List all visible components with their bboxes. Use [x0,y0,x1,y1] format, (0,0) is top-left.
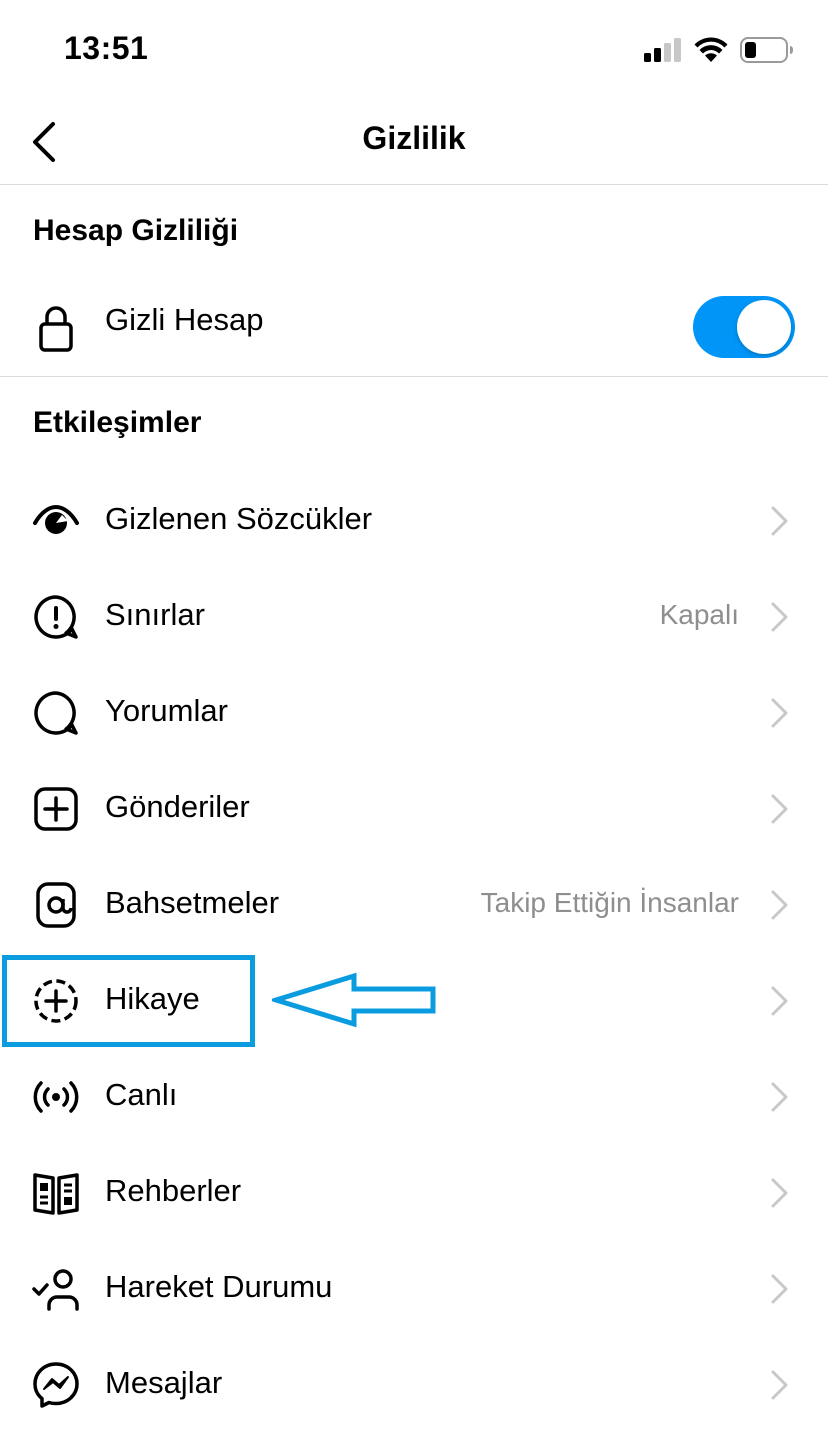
activity-status-icon [32,1265,80,1313]
hidden-words-icon [32,497,80,545]
row-label: Rehberler [105,1173,242,1208]
chevron-right-icon [771,698,788,728]
chevron-right-icon [771,506,788,536]
row-label: Yorumlar [105,693,228,728]
chevron-right-icon [771,1178,788,1208]
row-live[interactable]: Canlı [0,1049,828,1145]
row-guides[interactable]: Rehberler [0,1145,828,1241]
signal-icon [644,38,681,62]
row-hidden-words[interactable]: Gizlenen Sözcükler [0,473,828,569]
limits-icon [32,593,80,641]
row-label: Hareket Durumu [105,1269,333,1304]
row-label: Gönderiler [105,789,250,824]
row-value: Kapalı [659,599,739,630]
chevron-right-icon [771,794,788,824]
row-label: Canlı [105,1077,178,1112]
section-header-account-privacy: Hesap Gizliliği [33,214,239,247]
highlight-box [2,955,255,1047]
nav-bar: Gizlilik [0,100,828,185]
arrow-left-icon [272,972,436,1028]
row-limits[interactable]: Sınırlar Kapalı [0,569,828,665]
mention-icon [32,881,80,929]
wifi-icon [694,37,728,62]
row-comments[interactable]: Yorumlar [0,665,828,761]
post-add-icon [32,785,80,833]
row-label: Bahsetmeler [105,885,280,920]
status-time: 13:51 [64,30,149,66]
section-divider [0,376,828,377]
section-header-interactions: Etkileşimler [33,406,202,439]
row-label: Mesajlar [105,1365,223,1400]
lock-icon [32,304,80,352]
row-posts[interactable]: Gönderiler [0,761,828,857]
status-bar: 13:51 [0,0,828,100]
private-account-toggle[interactable] [693,296,795,358]
chevron-right-icon [771,890,788,920]
row-mentions[interactable]: Bahsetmeler Takip Ettiğin İnsanlar [0,857,828,953]
private-account-label: Gizli Hesap [105,302,264,337]
comment-icon [32,689,80,737]
toggle-knob [737,300,791,354]
chevron-right-icon [771,1274,788,1304]
battery-icon [740,37,793,63]
row-label: Sınırlar [105,597,205,632]
chevron-right-icon [771,1370,788,1400]
page-title: Gizlilik [362,120,466,156]
chevron-right-icon [771,986,788,1016]
row-value: Takip Ettiğin İnsanlar [480,887,739,918]
row-label: Gizlenen Sözcükler [105,501,373,536]
chevron-right-icon [771,1082,788,1112]
row-activity-status[interactable]: Hareket Durumu [0,1241,828,1337]
status-icons [644,34,794,66]
messenger-icon [32,1361,80,1409]
row-messages[interactable]: Mesajlar [0,1337,828,1433]
chevron-right-icon [771,602,788,632]
guides-icon [32,1169,80,1217]
live-icon [32,1073,80,1121]
